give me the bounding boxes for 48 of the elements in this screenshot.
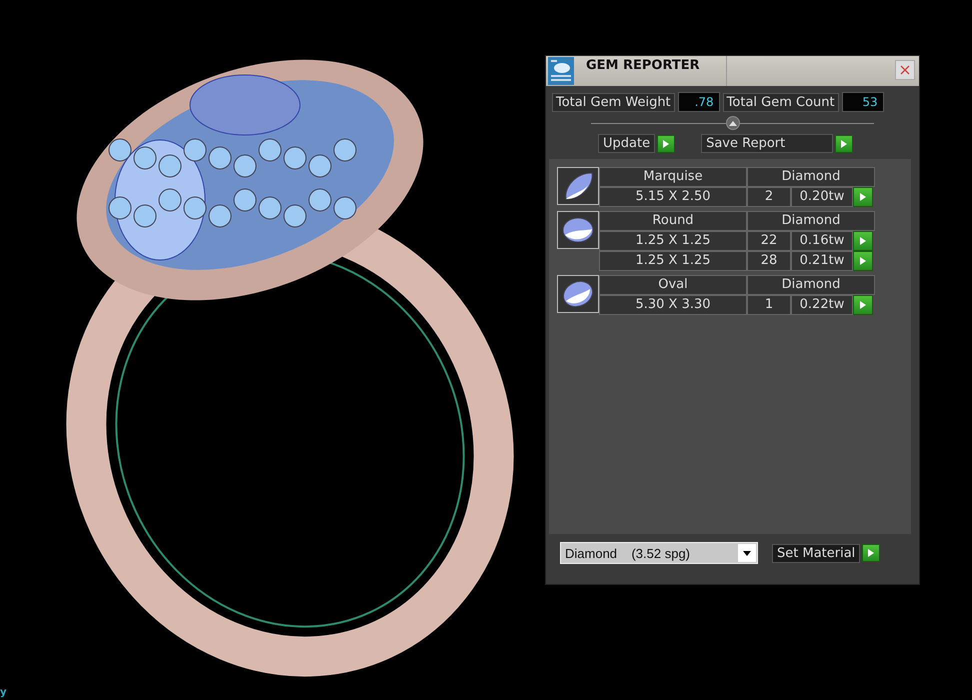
material-dropdown[interactable]: Diamond (3.52 spg): [560, 542, 758, 564]
app-icon: [548, 57, 574, 85]
total-count-label: Total Gem Count: [722, 92, 839, 112]
gem-count: 28: [747, 251, 791, 271]
window-title: GEM REPORTER: [576, 56, 727, 86]
play-icon: [868, 549, 874, 557]
gem-material: Diamond: [747, 275, 875, 295]
update-label: Update: [598, 134, 656, 153]
play-icon: [860, 301, 866, 309]
gem-shape: Oval: [599, 275, 747, 295]
save-report-button[interactable]: [835, 134, 854, 152]
dropdown-caret-icon: [743, 550, 751, 556]
select-gems-button[interactable]: [853, 295, 873, 315]
close-button[interactable]: [895, 60, 915, 80]
close-icon: [900, 65, 910, 75]
caret-icon: [728, 120, 736, 126]
select-gems-button[interactable]: [853, 251, 873, 271]
gem-material: Diamond: [747, 167, 875, 187]
select-gems-button[interactable]: [853, 231, 873, 251]
update-button[interactable]: [657, 134, 676, 152]
gem-size: 1.25 X 1.25: [599, 231, 747, 251]
gem-shape: Round: [599, 211, 747, 231]
play-icon: [841, 140, 848, 148]
play-icon: [860, 257, 866, 265]
gem-weight: 0.22tw: [791, 295, 853, 315]
set-material-button[interactable]: [862, 544, 880, 562]
set-material-label: Set Material: [772, 544, 860, 562]
gem-size: 5.15 X 2.50: [599, 187, 747, 207]
gem-count: 22: [747, 231, 791, 251]
gem-weight: 0.16tw: [791, 231, 853, 251]
play-icon: [860, 237, 866, 245]
total-weight-value: .78: [678, 92, 720, 112]
select-gems-button[interactable]: [853, 187, 873, 207]
total-weight-label: Total Gem Weight: [552, 92, 675, 112]
gem-size: 1.25 X 1.25: [599, 251, 747, 271]
axis-label: y: [0, 687, 7, 698]
save-report-label: Save Report: [701, 134, 834, 153]
gem-shape: Marquise: [599, 167, 747, 187]
play-icon: [860, 193, 866, 201]
total-count-value: 53: [842, 92, 884, 112]
collapse-handle[interactable]: [726, 116, 740, 130]
gem-weight: 0.21tw: [791, 251, 853, 271]
play-icon: [663, 140, 670, 148]
gem-count: 2: [747, 187, 791, 207]
gem-count: 1: [747, 295, 791, 315]
gem-material: Diamond: [747, 211, 875, 231]
gem-weight: 0.20tw: [791, 187, 853, 207]
gem-size: 5.30 X 3.30: [599, 295, 747, 315]
